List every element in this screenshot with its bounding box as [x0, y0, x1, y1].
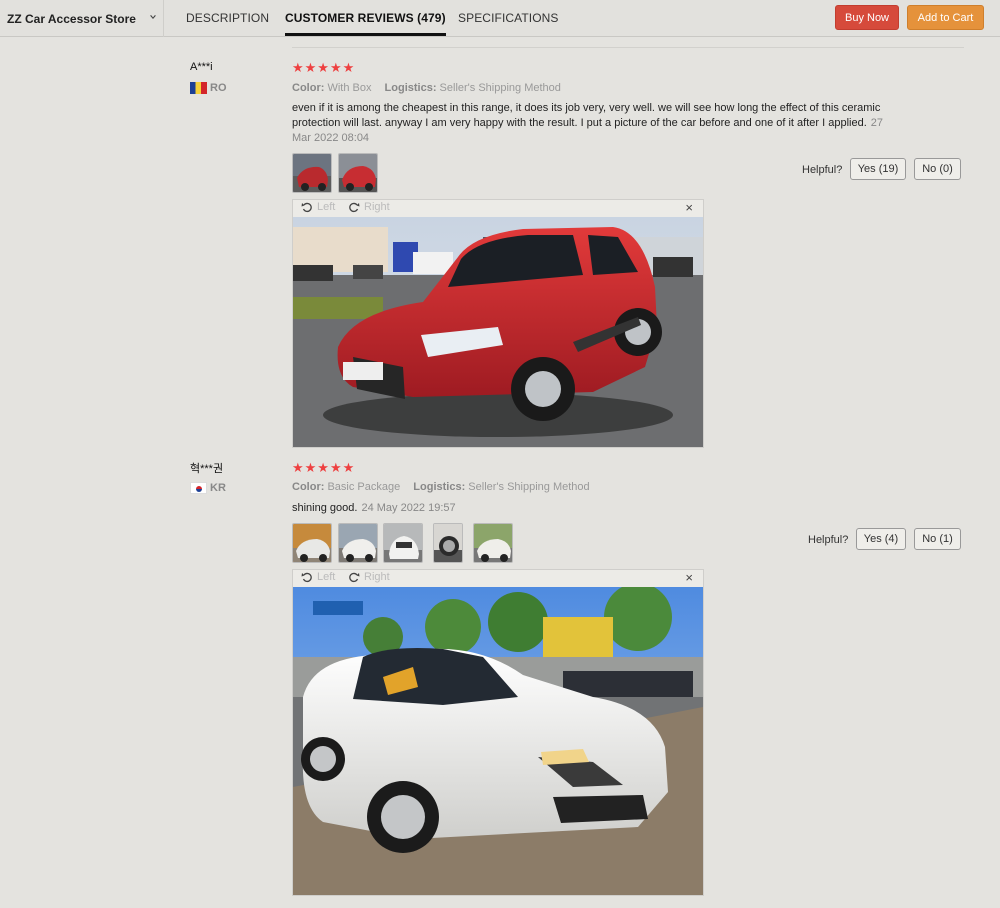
review-photo-large [293, 217, 703, 447]
country-code: RO [210, 82, 227, 94]
review-text: even if it is among the cheapest in this… [292, 101, 892, 146]
color-label: Color: [292, 481, 325, 493]
helpful-label: Helpful? [802, 164, 843, 176]
color-value: With Box [327, 82, 372, 94]
helpful-yes-button[interactable]: Yes (19) [850, 158, 906, 180]
tab-customer-reviews[interactable]: CUSTOMER REVIEWS (479) [285, 0, 446, 37]
reviewer-country: RO [190, 82, 227, 94]
close-icon[interactable]: × [685, 570, 693, 585]
logistics-label: Logistics: [413, 481, 466, 493]
divider [292, 47, 964, 48]
chevron-down-icon [150, 15, 156, 20]
close-icon[interactable]: × [685, 200, 693, 215]
star-rating: ★★★★★ [292, 460, 356, 475]
store-name-dropdown[interactable]: ZZ Car Accessor Store [7, 0, 164, 37]
logistics-label: Logistics: [384, 82, 437, 94]
rotate-right-label: Right [364, 201, 390, 213]
top-nav-bar: ZZ Car Accessor Store DESCRIPTION CUSTOM… [0, 0, 1000, 37]
review-photo-thumbnail[interactable] [292, 153, 332, 193]
review-photo-thumbnail[interactable] [338, 523, 378, 563]
review-photo-thumbnail[interactable] [433, 523, 463, 563]
review-attributes: Color: With Box Logistics: Seller's Ship… [292, 82, 561, 94]
review-body: even if it is among the cheapest in this… [292, 102, 881, 129]
reviewer-country: KR [190, 482, 226, 494]
flag-ro-icon [190, 82, 207, 94]
rotate-left-label: Left [317, 201, 336, 213]
flag-kr-icon [190, 482, 207, 494]
country-code: KR [210, 482, 226, 494]
rotate-left-label: Left [317, 571, 336, 583]
review-photo-thumbnail[interactable] [383, 523, 423, 563]
rotate-left-icon [301, 202, 312, 213]
helpful-label: Helpful? [808, 534, 849, 546]
tab-description[interactable]: DESCRIPTION [186, 0, 269, 37]
review-date: 24 May 2022 19:57 [361, 502, 456, 514]
photo-viewer-toolbar: Left Right × [293, 570, 703, 587]
rotate-left-button[interactable]: Left [301, 571, 335, 583]
rotate-right-icon [349, 572, 360, 583]
photo-viewer-toolbar: Left Right × [293, 200, 703, 217]
rotate-right-icon [349, 202, 360, 213]
photo-viewer: Left Right × [292, 199, 704, 448]
color-value: Basic Package [327, 481, 401, 493]
rotate-right-button[interactable]: Right [348, 201, 390, 213]
tab-specifications[interactable]: SPECIFICATIONS [458, 0, 559, 37]
logistics-value: Seller's Shipping Method [468, 481, 590, 493]
review-photo-thumbnail[interactable] [338, 153, 378, 193]
review-text: shining good. 24 May 2022 19:57 [292, 501, 892, 516]
helpful-no-button[interactable]: No (0) [914, 158, 961, 180]
helpful-no-button[interactable]: No (1) [914, 528, 961, 550]
star-rating: ★★★★★ [292, 60, 356, 75]
review-photo-large [293, 587, 703, 895]
logistics-value: Seller's Shipping Method [439, 82, 561, 94]
rotate-left-button[interactable]: Left [301, 201, 335, 213]
rotate-right-button[interactable]: Right [348, 571, 390, 583]
photo-viewer: Left Right × [292, 569, 704, 896]
store-name: ZZ Car Accessor Store [7, 11, 136, 26]
review-body: shining good. [292, 502, 358, 514]
rotate-left-icon [301, 572, 312, 583]
add-to-cart-button[interactable]: Add to Cart [907, 5, 984, 30]
helpful-yes-button[interactable]: Yes (4) [856, 528, 906, 550]
buy-now-button[interactable]: Buy Now [835, 5, 899, 30]
rotate-right-label: Right [364, 571, 390, 583]
review-photo-thumbnail[interactable] [292, 523, 332, 563]
reviewer-name: 혁***권 [190, 463, 224, 475]
review-attributes: Color: Basic Package Logistics: Seller's… [292, 481, 590, 493]
review-photo-thumbnail[interactable] [473, 523, 513, 563]
reviewer-name: A***i [190, 61, 213, 73]
color-label: Color: [292, 82, 325, 94]
